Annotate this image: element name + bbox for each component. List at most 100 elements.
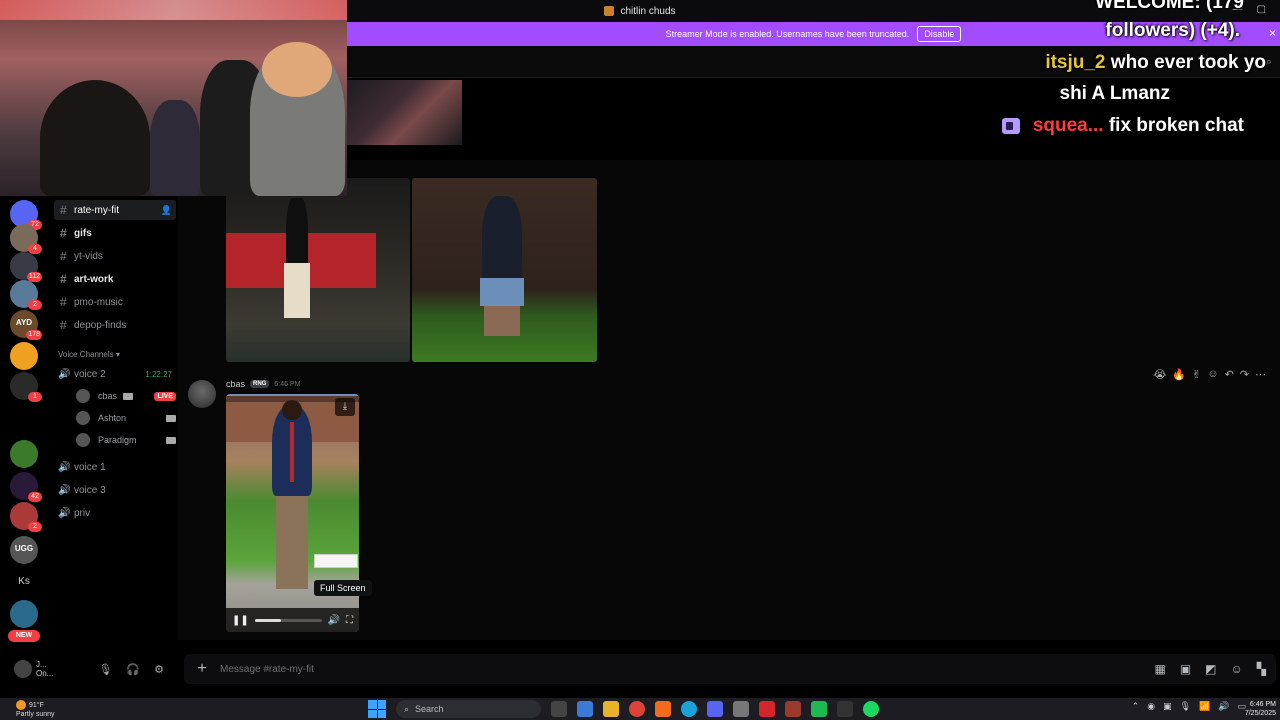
- reply-icon[interactable]: ↶: [1225, 368, 1234, 381]
- video-attachment[interactable]: ⤓ ❚❚ 🔊 ⛶: [226, 394, 359, 632]
- channel-name: voice 3: [74, 484, 106, 496]
- reaction-peace[interactable]: ✌: [1192, 368, 1201, 381]
- user-avatar[interactable]: [14, 660, 32, 678]
- task-view-icon[interactable]: [551, 701, 567, 717]
- server-icon[interactable]: [10, 342, 38, 370]
- stream-preview-thumbnail[interactable]: [347, 80, 462, 145]
- headphones-icon[interactable]: 🎧: [126, 663, 140, 676]
- store-icon[interactable]: [733, 701, 749, 717]
- channel-depop-finds[interactable]: # depop-finds: [54, 315, 176, 335]
- server-icon[interactable]: 4: [10, 224, 42, 254]
- system-clock[interactable]: 6:46 PM 7/25/2025: [1245, 700, 1276, 718]
- more-options-icon[interactable]: ⋯: [1255, 368, 1266, 381]
- user-info[interactable]: J... On...: [36, 660, 53, 678]
- message-timestamp: 6:46 PM: [274, 380, 301, 388]
- app-icon[interactable]: [785, 701, 801, 717]
- reaction-sob[interactable]: 😭: [1154, 368, 1167, 381]
- obs-icon[interactable]: [837, 701, 853, 717]
- message-author-avatar[interactable]: [188, 380, 216, 408]
- voice-channel-priv[interactable]: 🔊 priv: [54, 503, 176, 523]
- app-icon[interactable]: [811, 701, 827, 717]
- reaction-fire[interactable]: 🔥: [1172, 368, 1186, 381]
- voice-user-cbas[interactable]: cbas LIVE: [76, 387, 176, 405]
- gift-icon[interactable]: ▦: [1154, 662, 1165, 676]
- person-figure: [482, 196, 522, 288]
- server-icon[interactable]: 2: [10, 502, 42, 532]
- edge-icon[interactable]: [681, 701, 697, 717]
- tray-app-icon[interactable]: ◉: [1147, 701, 1155, 712]
- tray-app-icon[interactable]: ▣: [1163, 701, 1172, 712]
- voice-channel-voice-2[interactable]: 🔊 voice 2 1:22:27: [54, 364, 176, 384]
- section-title-text: Voice Channels: [58, 350, 114, 359]
- video-progress-bar[interactable]: [254, 618, 322, 622]
- chrome-icon[interactable]: [629, 701, 645, 717]
- weather-widget[interactable]: 91°F Partly sunny: [16, 700, 55, 719]
- channel-gifs[interactable]: # gifs: [54, 223, 176, 243]
- voice-channels-header[interactable]: Voice Channels ▾: [58, 350, 120, 359]
- overlay-message-1-cont: shi A Lmanz: [1059, 83, 1171, 104]
- invite-icon[interactable]: 👤: [161, 205, 172, 216]
- channel-yt-vids[interactable]: # yt-vids: [54, 246, 176, 266]
- sun-icon: [16, 700, 26, 710]
- disable-streamer-mode-button[interactable]: Disable: [917, 26, 962, 42]
- voice-user-paradigm[interactable]: Paradigm: [76, 431, 176, 449]
- person-legs: [284, 263, 310, 318]
- person-legs: [484, 306, 520, 336]
- spotify-icon[interactable]: [863, 701, 879, 717]
- clock-date: 7/25/2025: [1244, 710, 1276, 717]
- server-icon[interactable]: [10, 600, 38, 628]
- volume-icon[interactable]: 🔊: [1218, 701, 1229, 712]
- emoji-icon[interactable]: ☺: [1231, 662, 1243, 676]
- chevron-up-icon[interactable]: ⌃: [1132, 701, 1140, 712]
- channel-pmo-music[interactable]: # pmo-music: [54, 292, 176, 312]
- close-banner-icon[interactable]: ×: [1269, 26, 1276, 40]
- server-icon[interactable]: 1: [10, 372, 42, 402]
- server-icon[interactable]: UGG: [10, 536, 38, 564]
- fullscreen-icon[interactable]: ⛶: [346, 615, 353, 626]
- image-attachment-1[interactable]: [226, 178, 410, 362]
- gif-icon[interactable]: ▣: [1180, 662, 1191, 676]
- server-icon[interactable]: 112: [10, 252, 42, 282]
- voice-channel-voice-1[interactable]: 🔊 voice 1: [54, 457, 176, 477]
- server-icon[interactable]: AYD 178: [10, 310, 42, 340]
- microphone-icon[interactable]: 🎙: [98, 663, 112, 676]
- microphone-icon[interactable]: 🎙: [1180, 701, 1191, 712]
- message-author[interactable]: cbas: [226, 379, 245, 389]
- add-reaction-icon[interactable]: ☺: [1207, 368, 1218, 381]
- image-attachment-2[interactable]: [412, 178, 597, 362]
- server-icon[interactable]: Ks: [10, 576, 38, 587]
- taskbar-search[interactable]: ⌕ Search: [396, 700, 541, 718]
- server-icon[interactable]: 2: [10, 280, 42, 310]
- server-icon[interactable]: 42: [10, 472, 42, 502]
- voice-user-ashton[interactable]: Ashton: [76, 409, 176, 427]
- app-icon[interactable]: [655, 701, 671, 717]
- windows-start-icon[interactable]: [368, 700, 386, 718]
- search-icon[interactable]: ⌕: [1266, 56, 1272, 69]
- discord-icon[interactable]: [707, 701, 723, 717]
- new-badge: NEW: [8, 630, 40, 642]
- download-icon[interactable]: ⤓: [335, 398, 355, 416]
- hash-icon: #: [60, 249, 67, 263]
- apps-icon[interactable]: ▚: [1257, 662, 1266, 676]
- video-progress-fill: [254, 618, 282, 622]
- volume-icon[interactable]: 🔊: [328, 615, 340, 626]
- weather-temp: 91°F: [29, 701, 44, 709]
- gear-icon[interactable]: ⚙: [154, 663, 164, 676]
- channel-rate-my-fit[interactable]: # rate-my-fit 👤: [54, 200, 176, 220]
- wifi-icon[interactable]: 📶: [1199, 701, 1210, 712]
- maximize-icon[interactable]: ▢: [1257, 4, 1266, 15]
- server-icon[interactable]: [10, 440, 38, 468]
- channel-art-work[interactable]: # art-work: [54, 269, 176, 289]
- server-label: UGG: [14, 544, 34, 553]
- pause-icon[interactable]: ❚❚: [232, 615, 249, 626]
- voice-channel-voice-3[interactable]: 🔊 voice 3: [54, 480, 176, 500]
- forward-icon[interactable]: ↷: [1240, 368, 1249, 381]
- server-label: AYD: [15, 318, 33, 327]
- server-tag-badge: RNG: [250, 380, 270, 388]
- file-explorer-icon[interactable]: [603, 701, 619, 717]
- message-input[interactable]: [220, 663, 1155, 675]
- add-attachment-icon[interactable]: +: [184, 660, 220, 678]
- app-icon[interactable]: [759, 701, 775, 717]
- sticker-icon[interactable]: ◩: [1205, 662, 1216, 676]
- copilot-icon[interactable]: [577, 701, 593, 717]
